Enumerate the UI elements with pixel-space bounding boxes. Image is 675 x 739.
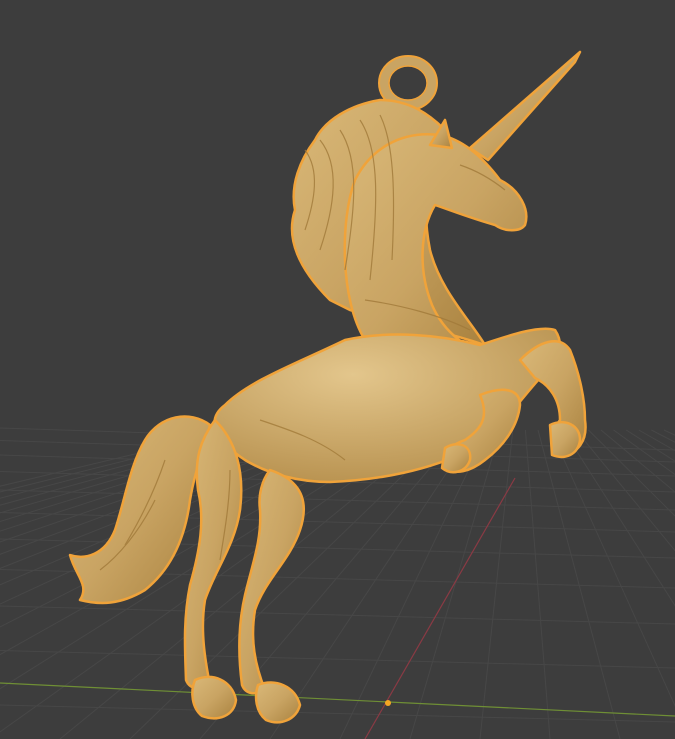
x-axis-line: [0, 682, 675, 717]
y-axis-line: [364, 477, 516, 739]
origin-point: [385, 700, 391, 706]
pendant-loop: [379, 56, 437, 110]
grid-line: [625, 429, 675, 462]
unicorn-hind-leg-front: [238, 468, 305, 695]
grid-line: [562, 429, 675, 607]
pendant-loop-inner: [388, 65, 428, 101]
grid-line: [479, 429, 514, 739]
unicorn-head: [343, 132, 528, 365]
unicorn-horn: [468, 50, 582, 162]
grid-line: [600, 429, 675, 493]
front-hoof-2: [440, 443, 472, 474]
front-hoof-1: [548, 421, 582, 459]
hind-hoof-front: [254, 681, 302, 724]
grid-line: [0, 605, 675, 625]
3d-viewport[interactable]: [0, 0, 675, 739]
grid-line: [575, 429, 675, 552]
hind-hoof-back: [191, 675, 238, 720]
grid-line: [613, 429, 675, 476]
viewport-canvas[interactable]: [0, 0, 675, 739]
grid-line: [0, 704, 675, 723]
grid-line: [0, 650, 675, 669]
grid-line: [0, 512, 675, 533]
